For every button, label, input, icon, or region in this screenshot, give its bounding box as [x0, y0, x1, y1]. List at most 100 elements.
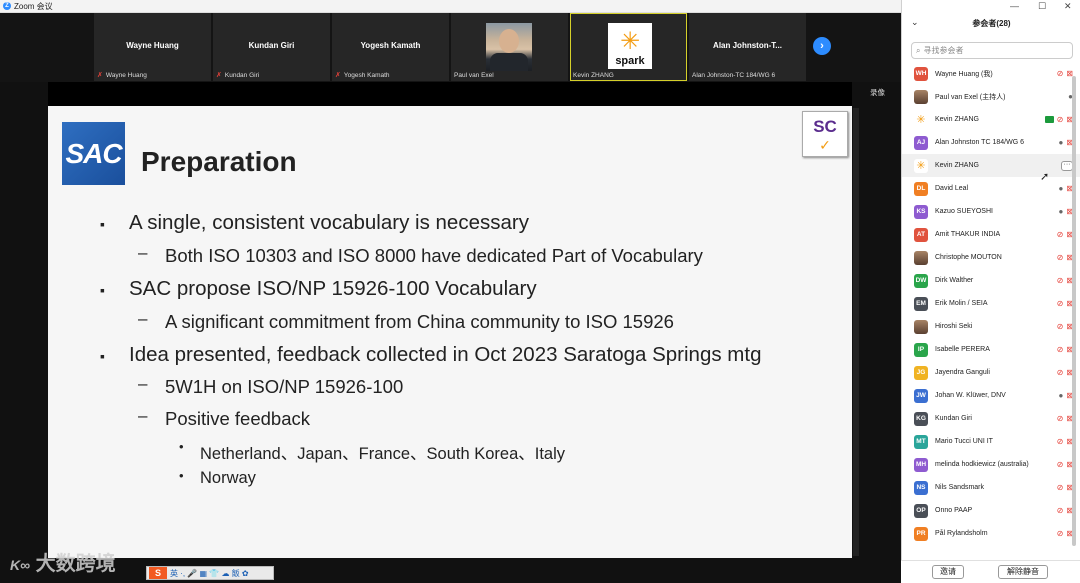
participant-row[interactable]: MH melinda hodkiewicz (australia) ⊘ ⊠	[902, 453, 1080, 476]
mic-muted-icon[interactable]: ⊘	[1057, 368, 1064, 377]
tile-label-text: Alan Johnston-TC 184/WG 6	[692, 72, 776, 79]
search-icon: ⌕	[916, 45, 921, 55]
dash-bullet-icon: –	[138, 406, 148, 425]
video-tile[interactable]: Kundan Giri ✗ Kundan Giri	[213, 13, 330, 81]
participant-row[interactable]: ✳ Kevin ZHANG ···	[902, 154, 1080, 177]
check-mark-icon: ✓	[819, 137, 831, 153]
participant-name: Nils Sandsmark	[935, 484, 985, 491]
participant-row[interactable]: Paul van Exel (主持人) ●	[902, 85, 1080, 108]
video-tile-active-speaker[interactable]: ✳ spark Kevin ZHANG	[570, 13, 687, 81]
participant-row[interactable]: NS Nils Sandsmark ⊘ ⊠	[902, 476, 1080, 499]
mic-muted-icon[interactable]: ⊘	[1057, 460, 1064, 469]
participant-row[interactable]: DW Dirk Walther ⊘ ⊠	[902, 269, 1080, 292]
participant-row[interactable]: PR Pål Rylandsholm ⊘ ⊠	[902, 522, 1080, 545]
mic-icon[interactable]: ●	[1058, 391, 1063, 400]
ime-toolbar-items[interactable]: 英 ·, 🎤 ▦ 👕 ☁ 飯 ✿	[170, 568, 249, 579]
bullet-level2: Positive feedback	[165, 408, 311, 429]
participant-name: Kundan Giri	[935, 415, 972, 422]
ime-toolbar[interactable]: S 英 ·, 🎤 ▦ 👕 ☁ 飯 ✿	[146, 566, 274, 580]
participant-row[interactable]: WH Wayne Huang (我) ⊘ ⊠	[902, 62, 1080, 85]
sogou-ime-icon[interactable]: S	[149, 567, 167, 579]
participant-video	[486, 23, 532, 71]
close-icon[interactable]: ✕	[1064, 1, 1072, 12]
participant-row[interactable]: Christophe MOUTON ⊘ ⊠	[902, 246, 1080, 269]
panel-title: 参会者(28)	[972, 19, 1011, 28]
mic-muted-icon[interactable]: ⊘	[1057, 437, 1064, 446]
mic-muted-icon[interactable]: ⊘	[1057, 230, 1064, 239]
participant-row[interactable]: IP Isabelle PERERA ⊘ ⊠	[902, 338, 1080, 361]
mic-icon[interactable]: ●	[1058, 207, 1063, 216]
record-label[interactable]: 录像	[870, 87, 885, 98]
invite-button[interactable]: 邀请	[932, 565, 964, 579]
participant-status: ⊘ ⊠	[1057, 414, 1073, 423]
dash-bullet-icon: –	[138, 309, 148, 328]
dot-bullet-icon: •	[179, 439, 184, 454]
mic-muted-icon[interactable]: ⊘	[1057, 414, 1064, 423]
minimize-icon[interactable]: —	[1010, 1, 1019, 11]
participant-row[interactable]: AJ Alan Johnston TC 184/WG 6 ● ⊠	[902, 131, 1080, 154]
mic-muted-icon[interactable]: ⊘	[1057, 276, 1064, 285]
bullet-level1: Idea presented, feedback collected in Oc…	[129, 343, 762, 366]
tile-label: Alan Johnston-TC 184/WG 6	[692, 72, 775, 79]
mic-muted-icon[interactable]: ⊘	[1057, 529, 1064, 538]
participant-name: Wayne Huang (我)	[935, 70, 993, 78]
mic-muted-icon[interactable]: ⊘	[1057, 345, 1064, 354]
participant-row[interactable]: KG Kundan Giri ⊘ ⊠	[902, 407, 1080, 430]
participant-row[interactable]: DL David Leal ● ⊠	[902, 177, 1080, 200]
participant-status: ⊘ ⊠	[1057, 253, 1073, 262]
tile-label: Kevin ZHANG	[573, 72, 614, 79]
mic-icon[interactable]: ●	[1058, 184, 1063, 193]
mic-muted-icon[interactable]: ⊘	[1057, 115, 1064, 124]
mic-muted-icon[interactable]: ⊘	[1057, 69, 1064, 78]
share-scrollbar[interactable]	[853, 108, 859, 556]
avatar: MT	[914, 434, 928, 449]
participant-row[interactable]: JW Johan W. Klüwer, DNV ● ⊠	[902, 384, 1080, 407]
mic-muted-icon[interactable]: ⊘	[1057, 322, 1064, 331]
avatar: EM	[914, 296, 928, 311]
video-tile[interactable]: Paul van Exel	[451, 13, 568, 81]
mic-muted-icon[interactable]: ⊘	[1057, 253, 1064, 262]
participant-name: melinda hodkiewicz (australia)	[935, 461, 1029, 468]
search-input[interactable]: ⌕ 寻找参会者	[911, 42, 1073, 59]
video-tile[interactable]: Yogesh Kamath ✗ Yogesh Kamath	[332, 13, 449, 81]
participant-status: ⊘ ⊠	[1057, 230, 1073, 239]
mic-icon[interactable]: ●	[1058, 138, 1063, 147]
video-strip: Wayne Huang ✗ Wayne Huang Kundan Giri ✗ Ku…	[0, 13, 901, 82]
square-bullet-icon: ▪	[100, 282, 105, 298]
participant-name: Onno PAAP	[935, 507, 973, 514]
participant-row[interactable]: ✳ Kevin ZHANG ⊘ ⊠	[902, 108, 1080, 131]
participant-row[interactable]: AT Amit THAKUR INDIA ⊘ ⊠	[902, 223, 1080, 246]
participant-name: David Leal	[935, 185, 969, 192]
mouse-cursor-icon: ➚	[1040, 171, 1050, 183]
avatar: KG	[914, 411, 928, 426]
participant-row[interactable]: OP Onno PAAP ⊘ ⊠	[902, 499, 1080, 522]
mic-muted-icon[interactable]: ⊘	[1057, 506, 1064, 515]
tile-label: ✗ Wayne Huang	[97, 71, 147, 80]
avatar	[914, 250, 928, 265]
participant-scrollbar[interactable]	[1072, 76, 1076, 546]
square-bullet-icon: ▪	[100, 216, 105, 232]
maximize-icon[interactable]: ☐	[1038, 1, 1046, 12]
participant-row[interactable]: JG Jayendra Ganguli ⊘ ⊠	[902, 361, 1080, 384]
participant-name: Mario Tucci UNI IT	[935, 438, 993, 445]
video-tile[interactable]: Alan Johnston-T... Alan Johnston-TC 184/…	[689, 13, 806, 81]
participant-row[interactable]: Hiroshi Seki ⊘ ⊠	[902, 315, 1080, 338]
participant-name: Amit THAKUR INDIA	[935, 231, 1001, 238]
participant-status: ⊘ ⊠	[1057, 437, 1073, 446]
presentation-slide: SAC Preparation SC ✓ ▪ A single, consist…	[48, 106, 852, 558]
share-top-bar	[48, 82, 852, 106]
mic-muted-icon[interactable]: ⊘	[1057, 299, 1064, 308]
mic-muted-icon: ✗	[335, 72, 341, 79]
participant-status: ⊘ ⊠	[1057, 506, 1073, 515]
participant-row[interactable]: KS Kazuo SUEYOSHI ● ⊠	[902, 200, 1080, 223]
video-tile[interactable]: Wayne Huang ✗ Wayne Huang	[94, 13, 211, 81]
mic-muted-icon[interactable]: ⊘	[1057, 483, 1064, 492]
participant-row[interactable]: MT Mario Tucci UNI IT ⊘ ⊠	[902, 430, 1080, 453]
participant-name: Isabelle PERERA	[935, 346, 990, 353]
participant-row[interactable]: EM Erik Molin / SEIA ⊘ ⊠	[902, 292, 1080, 315]
avatar: WH	[914, 66, 928, 81]
unmute-all-button[interactable]: 解除静音	[998, 565, 1048, 579]
participant-name: Paul van Exel (主持人)	[935, 93, 1006, 101]
next-page-icon[interactable]: ›	[813, 37, 831, 55]
avatar: MH	[914, 457, 928, 472]
